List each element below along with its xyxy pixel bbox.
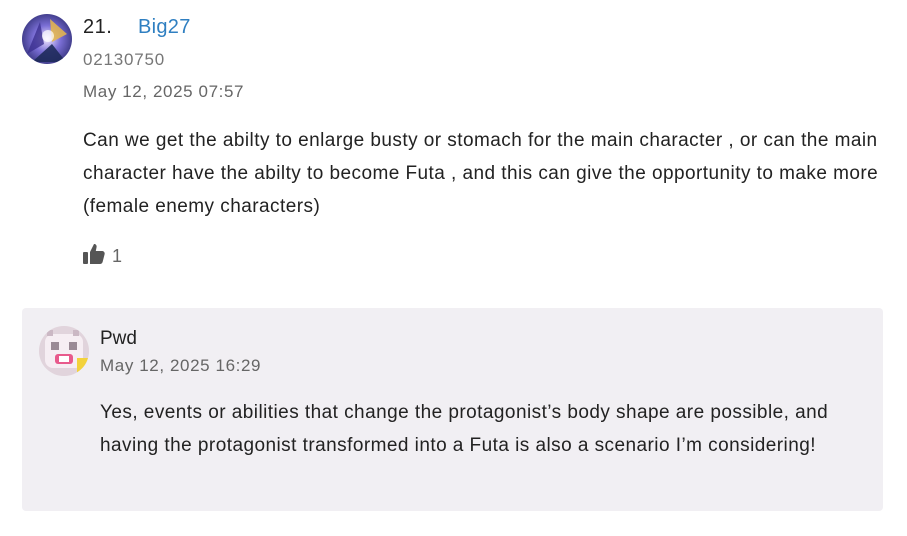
username-link[interactable]: Big27 <box>138 16 191 39</box>
reply-card: Pwd May 12, 2025 16:29 Yes, events or ab… <box>22 308 883 511</box>
comment-text: Can we get the abilty to enlarge busty o… <box>83 130 879 217</box>
like-button[interactable]: 1 <box>82 242 122 271</box>
reply-username[interactable]: Pwd <box>100 328 137 350</box>
floor-number: 21. <box>83 16 113 38</box>
reply-text: Yes, events or abilities that change the… <box>100 402 829 456</box>
reply-timestamp: May 12, 2025 16:29 <box>100 356 262 375</box>
comment-timestamp: May 12, 2025 07:57 <box>83 82 245 101</box>
comment-card: 21. Big27 02130750 May 12, 2025 07:57 Ca… <box>0 0 907 536</box>
reply-avatar[interactable] <box>39 326 89 376</box>
user-id: 02130750 <box>83 50 166 69</box>
thumbs-up-icon <box>82 242 106 271</box>
user-avatar[interactable] <box>22 14 72 64</box>
like-count: 1 <box>112 246 123 266</box>
